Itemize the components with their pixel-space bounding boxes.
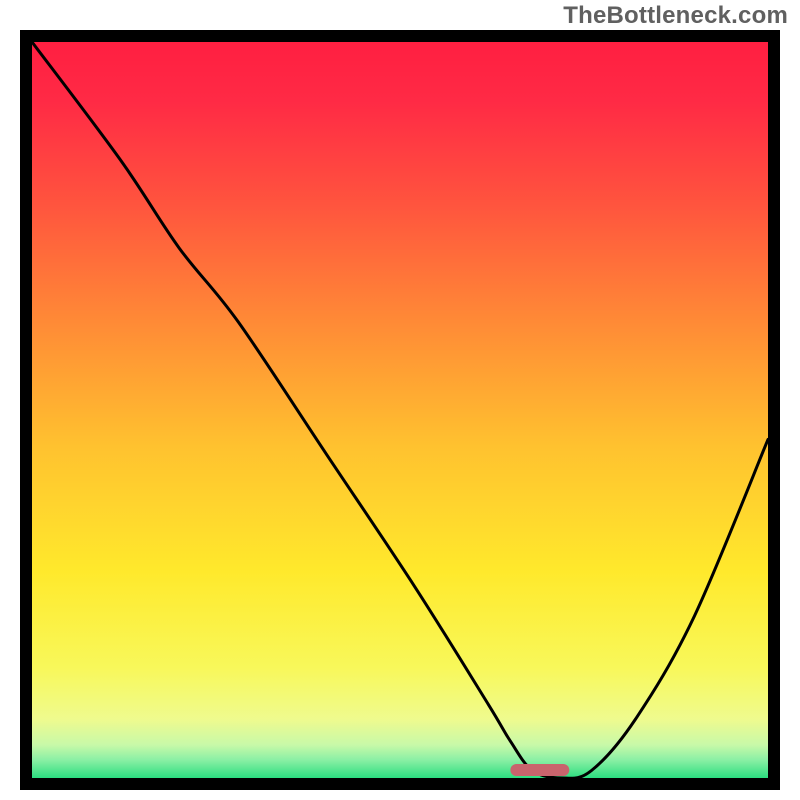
plot-svg [32,42,768,778]
chart-frame [20,30,780,790]
chart-container: TheBottleneck.com [0,0,800,800]
optimal-range-marker [510,764,569,776]
gradient-fill [32,42,768,778]
watermark-text: TheBottleneck.com [563,2,788,30]
